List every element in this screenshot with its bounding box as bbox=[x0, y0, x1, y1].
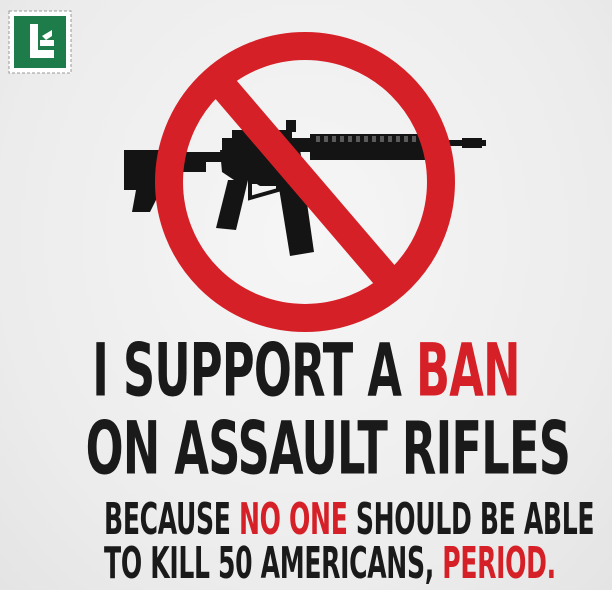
headline-line-1: I SUPPORT A BAN bbox=[86, 331, 527, 410]
subline-2-prefix: TO KILL 50 AMERICANS, bbox=[104, 537, 443, 589]
no-symbol-icon bbox=[124, 32, 486, 332]
poster: I SUPPORT A BAN ON ASSAULT RIFLES BECAUS… bbox=[0, 0, 612, 590]
stamp-logo-icon bbox=[8, 10, 72, 74]
subline-2: TO KILL 50 AMERICANS, PERIOD. bbox=[104, 537, 556, 589]
headline-line-2-text: ON ASSAULT RIFLES bbox=[85, 405, 571, 492]
subline-2-highlight: PERIOD. bbox=[442, 537, 556, 589]
headline-line-1-prefix: I SUPPORT A bbox=[92, 327, 416, 414]
headline-line-2: ON ASSAULT RIFLES bbox=[86, 409, 571, 488]
headline-line-1-highlight: BAN bbox=[415, 327, 521, 414]
subline-1: BECAUSE NO ONE SHOULD BE ABLE bbox=[104, 496, 594, 542]
